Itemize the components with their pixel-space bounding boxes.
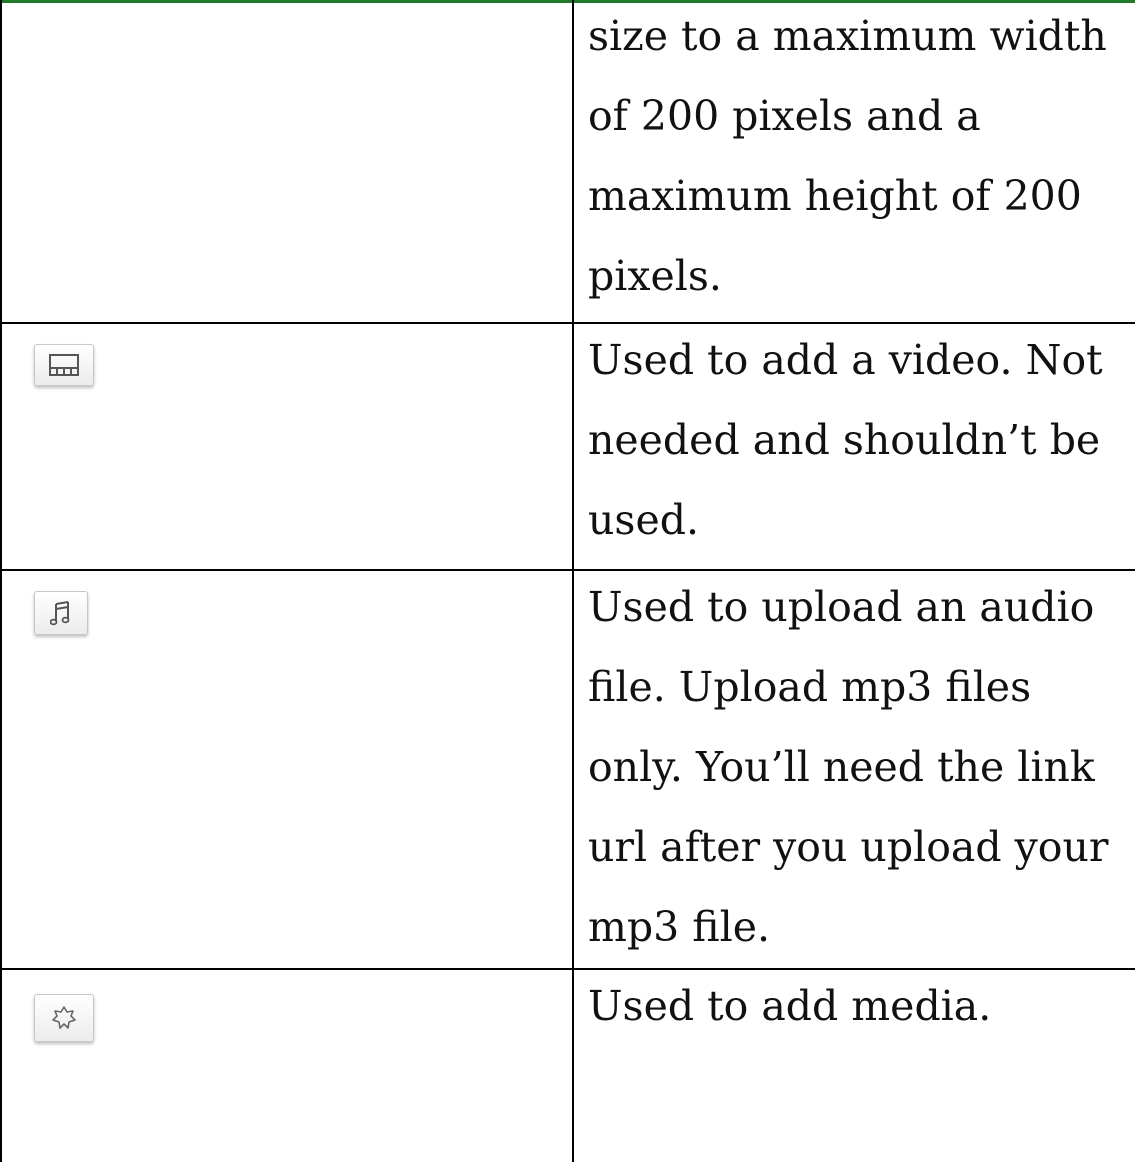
description-text: size to a maximum width of 200 pixels an… <box>588 12 1107 300</box>
icon-cell <box>0 322 574 571</box>
table-row: Used to upload an audio file. Upload mp3… <box>0 569 1135 970</box>
description-cell: Used to add media. <box>572 968 1135 1162</box>
description-cell: Used to add a video. Not needed and shou… <box>572 322 1135 571</box>
description-cell: size to a maximum width of 200 pixels an… <box>572 0 1135 324</box>
icon-cell-empty <box>0 0 574 324</box>
audio-icon[interactable] <box>34 591 88 635</box>
table-row: Used to add a video. Not needed and shou… <box>0 322 1135 571</box>
table-row: size to a maximum width of 200 pixels an… <box>0 0 1135 324</box>
description-cell: Used to upload an audio file. Upload mp3… <box>572 569 1135 970</box>
icon-cell <box>0 569 574 970</box>
description-text: Used to add media. <box>588 982 992 1030</box>
description-text: Used to add a video. Not needed and shou… <box>588 336 1103 544</box>
icon-cell <box>0 968 574 1162</box>
icon-description-table: size to a maximum width of 200 pixels an… <box>0 0 1135 1162</box>
video-icon[interactable] <box>34 344 94 386</box>
table-row: Used to add media. <box>0 968 1135 1162</box>
description-text: Used to upload an audio file. Upload mp3… <box>588 583 1109 951</box>
media-icon[interactable] <box>34 994 94 1042</box>
